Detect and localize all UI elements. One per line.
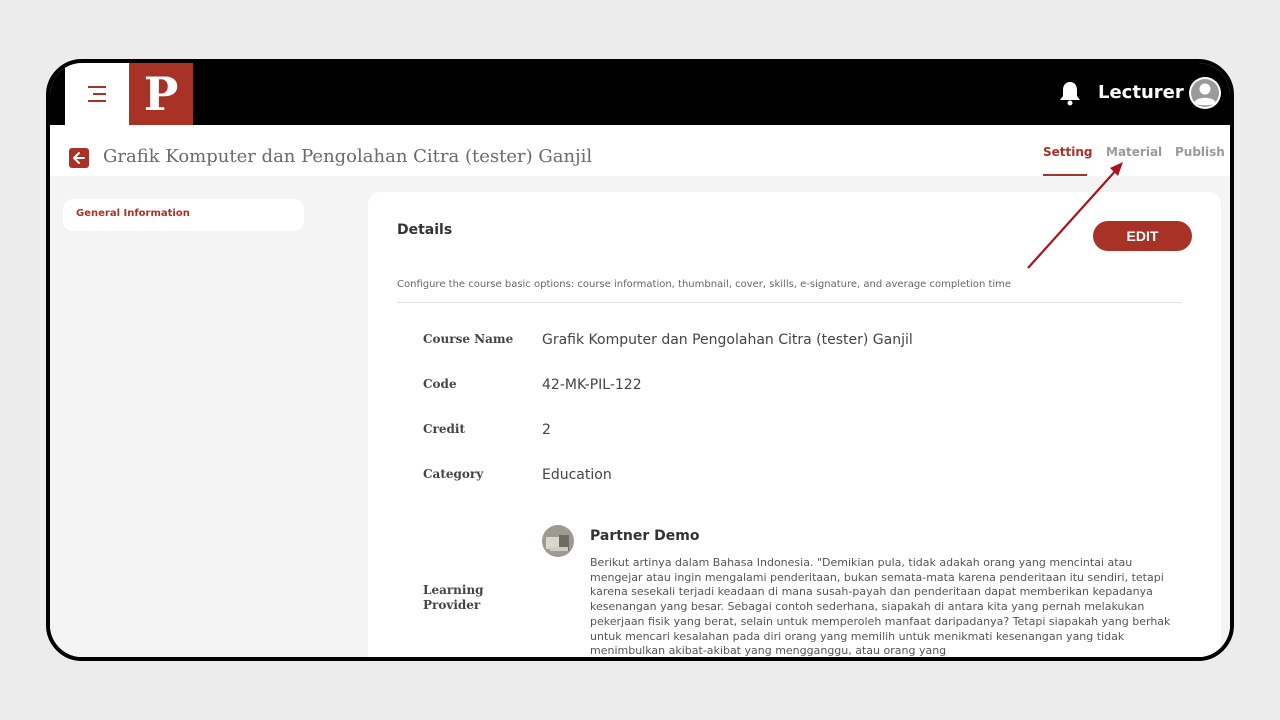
bell-icon[interactable] (1058, 80, 1082, 106)
page-header: Grafik Komputer dan Pengolahan Citra (te… (50, 125, 1230, 176)
learning-provider-label-line2: Provider (423, 598, 481, 612)
logo-letter: P (143, 67, 179, 121)
course-name-label: Course Name (423, 332, 514, 346)
app-screen: P Lecturer Grafik Komputer dan Pengolaha… (50, 63, 1230, 657)
device-frame: P Lecturer Grafik Komputer dan Pengolaha… (46, 59, 1234, 661)
details-description: Configure the course basic options: cour… (397, 279, 1012, 290)
brand-logo[interactable]: P (129, 63, 193, 125)
code-label: Code (423, 377, 457, 391)
sidebar-item-general-information[interactable]: General Information (63, 199, 304, 231)
tab-material[interactable]: Material (1106, 143, 1162, 161)
arrow-left-icon (73, 152, 85, 164)
user-role-label[interactable]: Lecturer (1098, 81, 1184, 105)
category-value: Education (542, 467, 612, 483)
user-avatar-icon[interactable] (1189, 77, 1221, 109)
sidebar-item-label: General Information (76, 208, 190, 219)
category-label: Category (423, 467, 484, 481)
edit-button[interactable]: EDIT (1093, 221, 1192, 251)
details-card: Details EDIT Configure the course basic … (368, 192, 1221, 657)
details-title: Details (397, 222, 453, 238)
main-content: General Information Details EDIT Configu… (50, 176, 1230, 657)
tab-setting[interactable]: Setting (1043, 143, 1093, 161)
tab-publish[interactable]: Publish (1175, 143, 1225, 161)
learning-provider-label-line1: Learning (423, 583, 484, 597)
provider-name: Partner Demo (590, 528, 700, 544)
back-button[interactable] (69, 148, 89, 168)
learning-provider-label: Learning Provider (423, 583, 484, 613)
credit-label: Credit (423, 422, 465, 436)
page-title: Grafik Komputer dan Pengolahan Citra (te… (103, 146, 593, 167)
code-value: 42-MK-PIL-122 (542, 377, 642, 393)
top-bar: P Lecturer (50, 63, 1230, 125)
provider-description: Berikut artinya dalam Bahasa Indonesia. … (590, 556, 1171, 657)
provider-photo-icon (542, 525, 574, 557)
menu-icon (88, 86, 106, 102)
credit-value: 2 (542, 422, 551, 438)
provider-avatar (542, 525, 574, 557)
menu-button[interactable] (65, 63, 129, 125)
divider (397, 302, 1181, 303)
course-name-value: Grafik Komputer dan Pengolahan Citra (te… (542, 332, 913, 348)
